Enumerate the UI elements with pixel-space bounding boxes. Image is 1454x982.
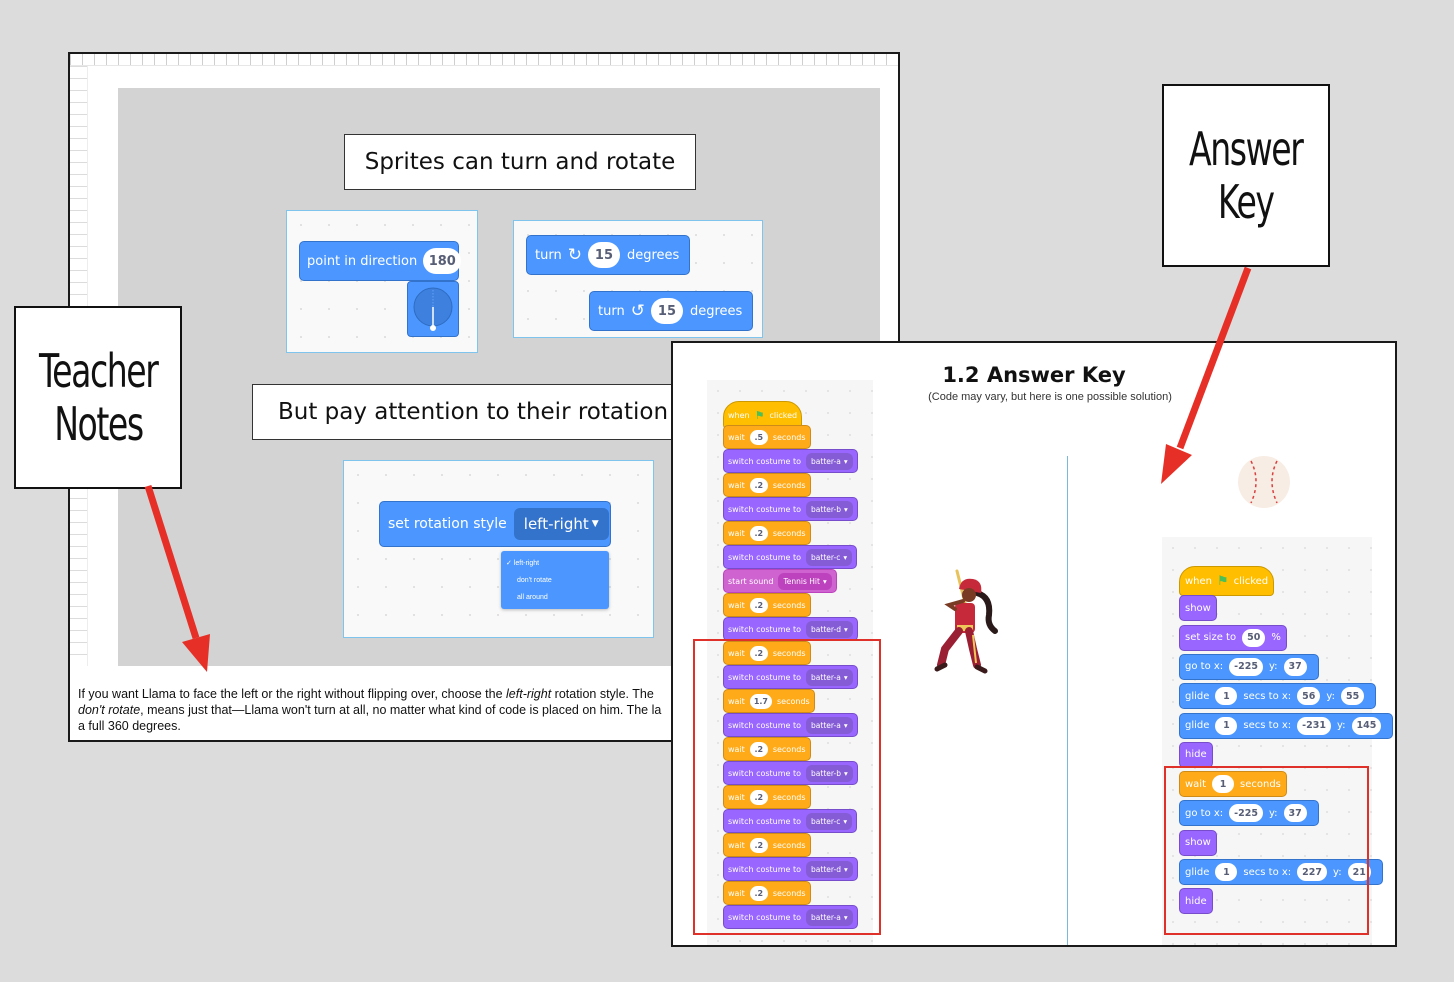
arrow-head-answer (1161, 444, 1192, 484)
arrow-head-notes (182, 634, 210, 672)
callout-arrows (144, 266, 1252, 672)
